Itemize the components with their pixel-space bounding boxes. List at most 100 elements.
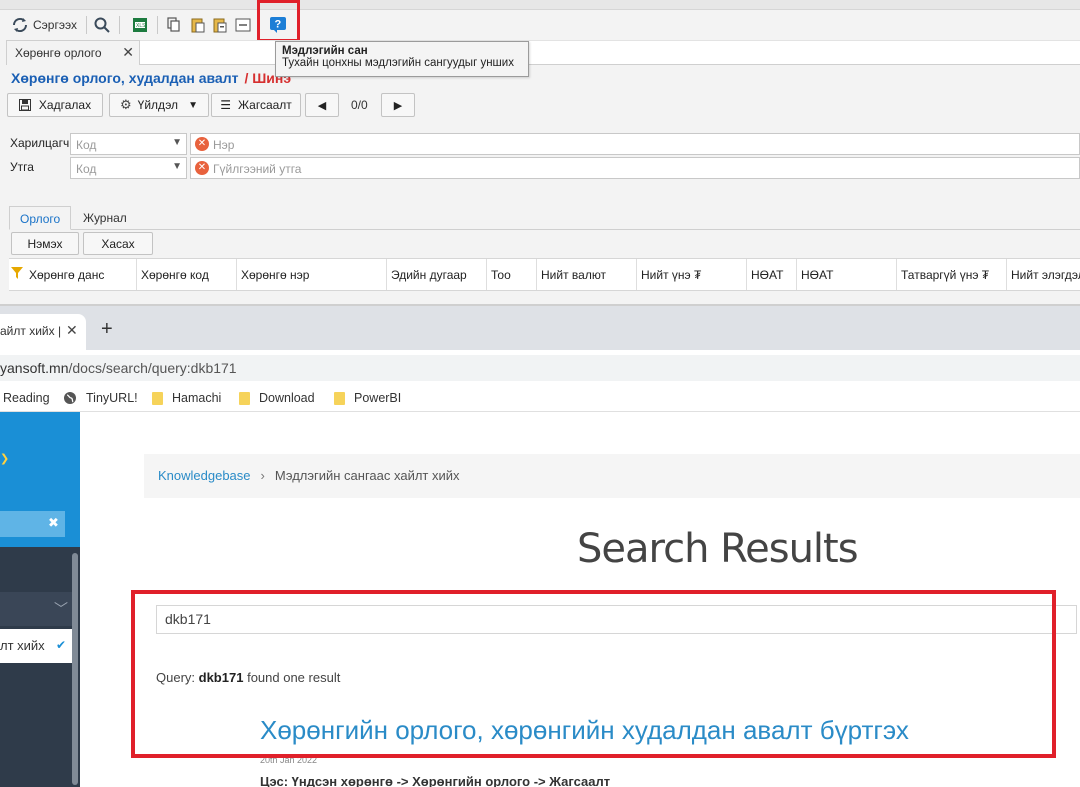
col-item-number[interactable]: Эдийн дугаар bbox=[386, 259, 488, 290]
col-untaxed-price[interactable]: Татваргүй үнэ ₮ bbox=[896, 259, 1006, 290]
url-path: /docs/search/query:dkb171 bbox=[68, 360, 237, 376]
paste-button[interactable] bbox=[188, 14, 208, 36]
window-top-strip bbox=[0, 0, 1080, 10]
refresh-icon bbox=[13, 17, 28, 33]
save-icon bbox=[18, 99, 31, 111]
breadcrumb: Knowledgebase › Мэдлэгийн сангаас хайлт хи… bbox=[144, 454, 1080, 498]
partner-code-select[interactable]: Код ▼ bbox=[70, 133, 187, 155]
document-tabbar: Хөрөнгө орлого ✕ bbox=[0, 40, 1080, 65]
value-code-placeholder: Код bbox=[76, 162, 97, 176]
search-button[interactable] bbox=[91, 14, 113, 36]
sidebar-header: ❯ ✖ bbox=[0, 412, 80, 547]
filter-icon[interactable] bbox=[11, 267, 23, 282]
bookmark-label: TinyURL! bbox=[86, 391, 138, 405]
bookmark-label: Reading bbox=[3, 391, 50, 405]
grid-header: Хөрөнгө данс Хөрөнгө код Хөрөнгө нэр Эди… bbox=[9, 258, 1080, 291]
clear-icon[interactable]: ✕ bbox=[195, 161, 209, 175]
bookmarks-bar: Reading TinyURL! Hamachi Download PowerB… bbox=[0, 386, 1080, 412]
browser-tab-title: айлт хийх | bbox=[0, 324, 62, 338]
bookmark-hamachi[interactable]: Hamachi bbox=[152, 391, 221, 405]
clear-icon[interactable]: ✕ bbox=[195, 137, 209, 151]
partner-name-field[interactable]: ✕ Нэр bbox=[190, 133, 1080, 155]
bookmark-reading[interactable]: Reading bbox=[3, 391, 50, 405]
url-field[interactable]: yansoft.mn/docs/search/query:dkb171 bbox=[0, 355, 1080, 381]
copy-button[interactable] bbox=[164, 14, 184, 36]
browser-tab-active[interactable]: айлт хийх | ✕ bbox=[0, 314, 86, 350]
col-total-currency[interactable]: Нийт валют bbox=[536, 259, 636, 290]
remove-row-button[interactable]: Хасах bbox=[83, 232, 153, 255]
prev-record-button[interactable]: ◀ bbox=[305, 93, 339, 117]
toolbar-separator bbox=[86, 16, 87, 34]
list-button[interactable]: ☰ Жагсаалт bbox=[211, 93, 301, 117]
list-view-button[interactable] bbox=[233, 14, 253, 36]
actions-label: Үйлдэл bbox=[137, 98, 179, 112]
help-tooltip: Мэдлэгийн сан Тухайн цонхны мэдлэгийн са… bbox=[275, 41, 529, 77]
partner-code-placeholder: Код bbox=[76, 138, 97, 152]
value-code-select[interactable]: Код ▼ bbox=[70, 157, 187, 179]
search-highlight-frame bbox=[131, 590, 1056, 758]
bookmark-tinyurl[interactable]: TinyURL! bbox=[63, 391, 138, 405]
triangle-left-icon: ◀ bbox=[317, 99, 327, 112]
col-total-price[interactable]: Нийт үнэ ₮ bbox=[636, 259, 746, 290]
chevron-down-icon: ▼ bbox=[188, 99, 198, 111]
tab-asset-income[interactable]: Хөрөнгө орлого ✕ bbox=[6, 40, 140, 65]
add-row-button[interactable]: Нэмэх bbox=[11, 232, 79, 255]
next-record-button[interactable]: ▶ bbox=[381, 93, 415, 117]
transaction-text-placeholder: Гүйлгээний утга bbox=[213, 162, 302, 176]
main-toolbar: Сэргээх XLS ? bbox=[0, 10, 1080, 40]
bookmark-download[interactable]: Download bbox=[239, 391, 315, 405]
col-vat-2[interactable]: НӨАТ bbox=[796, 259, 896, 290]
address-bar: yansoft.mn/docs/search/query:dkb171 bbox=[0, 350, 1080, 386]
col-asset-name[interactable]: Хөрөнгө нэр bbox=[236, 259, 386, 290]
partner-name-placeholder: Нэр bbox=[213, 138, 235, 152]
col-quantity[interactable]: Тоо bbox=[486, 259, 536, 290]
url-host: yansoft.mn bbox=[0, 360, 69, 376]
save-label: Хадгалах bbox=[38, 98, 92, 112]
breadcrumb-separator: › bbox=[260, 468, 265, 483]
save-button[interactable]: Хадгалах bbox=[7, 93, 103, 117]
clear-search-icon[interactable]: ✖ bbox=[48, 515, 59, 531]
tab-close-icon[interactable]: ✕ bbox=[122, 44, 134, 61]
check-icon: ✔ bbox=[56, 638, 67, 652]
actions-dropdown-button[interactable]: ⚙ Үйлдэл ▼ bbox=[109, 93, 209, 117]
help-highlight-frame bbox=[257, 0, 300, 42]
sidebar-search-input[interactable]: ✖ bbox=[0, 511, 65, 537]
excel-icon: XLS bbox=[133, 18, 147, 32]
sidebar-item-search[interactable]: лт хийх ✔ bbox=[0, 629, 76, 663]
close-icon[interactable]: ✕ bbox=[66, 322, 78, 339]
toolbar-separator bbox=[119, 16, 120, 34]
tooltip-title: Мэдлэгийн сан bbox=[282, 45, 368, 57]
pager-counter: 0/0 bbox=[351, 98, 368, 112]
refresh-button[interactable]: Сэргээх bbox=[8, 14, 80, 36]
breadcrumb-root-link[interactable]: Knowledgebase bbox=[158, 468, 251, 483]
result-menu-path: Цэс: Үндсэн хөрөнгө -> Хөрөнгийн орлого … bbox=[260, 774, 611, 787]
tooltip-text: Тухайн цонхны мэдлэгийн сангуудыг унших bbox=[282, 57, 514, 69]
export-excel-button[interactable]: XLS bbox=[129, 14, 151, 36]
col-asset-code[interactable]: Хөрөнгө код bbox=[136, 259, 236, 290]
results-heading: Search Results bbox=[577, 526, 859, 572]
tab-income[interactable]: Орлого bbox=[9, 206, 72, 230]
sidebar-scrollbar[interactable] bbox=[72, 553, 78, 785]
col-total-depreciation[interactable]: Нийт элэгдэл bbox=[1006, 259, 1080, 290]
chevron-right-icon[interactable]: ❯ bbox=[0, 452, 9, 465]
tab-journal[interactable]: Журнал bbox=[73, 206, 137, 230]
erp-window: Сэргээх XLS ? Мэдлэгийн сан Тухайн цонхн… bbox=[0, 0, 1080, 305]
new-tab-button[interactable]: + bbox=[101, 318, 113, 341]
col-asset-account[interactable]: Хөрөнгө данс bbox=[25, 259, 140, 290]
toolbar-separator bbox=[157, 16, 158, 34]
chevron-down-icon: ▼ bbox=[172, 161, 182, 172]
value-row: Утга Код ▼ ✕ Гүйлгээний утга bbox=[0, 157, 1080, 179]
refresh-label: Сэргээх bbox=[33, 18, 77, 32]
folder-icon bbox=[239, 391, 250, 405]
bookmark-powerbi[interactable]: PowerBI bbox=[334, 391, 401, 405]
transaction-text-field[interactable]: ✕ Гүйлгээний утга bbox=[190, 157, 1080, 179]
list-icon: ☰ bbox=[220, 98, 231, 112]
list-icon bbox=[235, 18, 251, 32]
bookmark-label: PowerBI bbox=[354, 391, 402, 405]
gears-icon: ⚙ bbox=[120, 97, 132, 112]
col-vat-1[interactable]: НӨАТ bbox=[746, 259, 796, 290]
paste-special-button[interactable] bbox=[210, 14, 230, 36]
paste-icon bbox=[191, 18, 205, 33]
bookmark-label: Download bbox=[259, 391, 315, 405]
sidebar-menu-group[interactable]: ﹀ bbox=[0, 592, 76, 626]
